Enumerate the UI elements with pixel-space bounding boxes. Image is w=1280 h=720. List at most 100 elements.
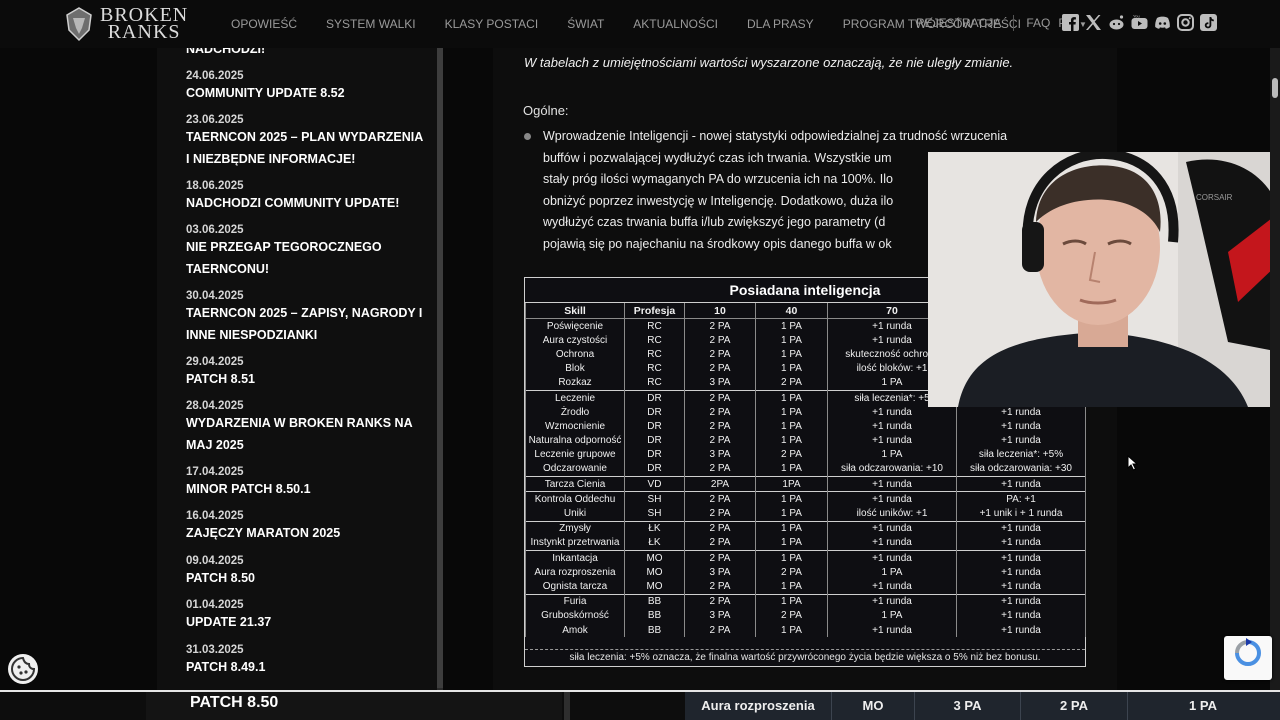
news-item[interactable]: 23.06.2025 TAERNCON 2025 – PLAN WYDARZEN… [186,114,426,170]
news-title[interactable]: WYDARZENIA W BROKEN RANKS NA MAJ 2025 [186,412,426,456]
table-cell: +1 runda [827,419,957,434]
table-cell: +1 runda [956,476,1086,492]
news-date: 28.04.2025 [186,400,244,412]
news-date: 03.06.2025 [186,224,244,236]
news-title[interactable]: NIE PRZEGAP TEGOROCZNEGO TAERNCONU! [186,236,426,280]
table-cell: +1 runda [956,622,1086,638]
table-cell: Żrodło [525,405,625,420]
bottom-table-row: Aura rozproszenia MO 3 PA 2 PA 1 PA [685,692,1280,720]
recaptcha-badge[interactable] [1224,636,1272,680]
menu-item-klasy-postaci[interactable]: KLASY POSTACI [445,17,539,31]
news-item[interactable]: 30.04.2025 TAERNCON 2025 – ZAPISY, NAGRO… [186,290,426,346]
table-cell: 2 PA [684,333,756,348]
table-row: Naturalna odporność DR 2 PA 1 PA +1 runda +1 … [525,433,1086,448]
tiktok-icon[interactable] [1200,14,1217,31]
table-cell: +1 runda [956,579,1086,595]
register-link[interactable]: REJESTRACJA [916,16,1001,30]
broken-ranks-logo[interactable]: BROKEN RANKS [64,4,194,44]
page-scrollbar-thumb[interactable] [1272,78,1278,98]
news-date: 01.04.2025 [186,599,244,611]
news-title[interactable]: PATCH 8.51 [186,368,426,390]
news-title[interactable]: PATCH 8.49.1 [186,656,426,678]
news-item[interactable]: 17.04.2025 MINOR PATCH 8.50.1 [186,466,426,500]
news-item[interactable]: 31.03.2025 PATCH 8.49.1 [186,644,426,678]
scrollbar-thumb[interactable] [437,48,443,688]
faq-link[interactable]: FAQ [1026,16,1050,30]
news-item[interactable]: 29.04.2025 PATCH 8.51 [186,356,426,390]
news-item[interactable]: 01.04.2025 UPDATE 21.37 [186,599,426,633]
table-cell: +1 runda [956,608,1086,623]
news-title[interactable]: TAERNCON 2025 – ZAPISY, NAGRODY I INNE N… [186,302,426,346]
youtube-icon[interactable]: You [1131,14,1148,31]
table-cell: Leczenie [525,389,625,406]
table-cell: +1 runda [827,622,957,638]
table-cell: BB [624,608,685,623]
article-intro: W tabelach z umiejętnościami wartości wy… [524,55,1014,70]
table-cell: RC [624,375,685,391]
table-row: Zmysły ŁK 2 PA 1 PA +1 runda +1 runda [525,520,1086,536]
news-item[interactable]: 09.04.2025 PATCH 8.50 [186,555,426,589]
logo-text-ranks: RANKS [107,21,181,43]
table-cell: ŁK [624,520,685,536]
news-item[interactable]: 16.04.2025 ZAJĘCZY MARATON 2025 [186,510,426,544]
table-cell: 1 PA [755,433,828,448]
facebook-icon[interactable] [1062,14,1079,31]
bottom-news-title[interactable]: PATCH 8.50 [190,694,278,712]
menu-item-aktualnosci[interactable]: AKTUALNOŚCI [633,17,718,31]
cookie-settings-button[interactable] [8,654,38,684]
table-cell: 2 PA [684,550,756,566]
table-cell: Zmysły [525,520,625,536]
svg-text:You: You [1133,14,1140,18]
table-cell: ilość uników: +1 [827,506,957,522]
recaptcha-icon [1235,638,1261,666]
menu-item-opowiesc[interactable]: OPOWIEŚĆ [231,17,297,31]
table-cell: 1 PA [755,535,828,551]
news-title[interactable]: PATCH 8.50 [186,567,426,589]
discord-icon[interactable] [1154,14,1171,31]
news-item[interactable]: 28.04.2025 WYDARZENIA W BROKEN RANKS NA … [186,400,426,456]
menu-item-swiat[interactable]: ŚWIAT [567,17,604,31]
news-item[interactable]: 18.06.2025 NADCHODZI COMMUNITY UPDATE! [186,180,426,214]
news-title[interactable]: NADCHODZI COMMUNITY UPDATE! [186,192,426,214]
menu-item-system-walki[interactable]: SYSTEM WALKI [326,17,416,31]
table-cell: RC [624,361,685,376]
table-row: Aura rozproszenia MO 3 PA 2 PA 1 PA +1 runda [525,565,1086,580]
instagram-icon[interactable] [1177,14,1194,31]
table-cell: 1 PA [755,550,828,566]
news-title[interactable]: UPDATE 21.37 [186,611,426,633]
table-cell: 2 PA [684,433,756,448]
news-title[interactable]: TAERNCON 2025 – PLAN WYDARZENIA I NIEZBĘ… [186,126,426,170]
table-cell: +1 runda [956,433,1086,448]
column-header: Profesja [624,303,685,319]
table-cell: +1 runda [827,593,957,609]
table-cell: +1 runda [956,593,1086,609]
table-cell: Wzmocnienie [525,419,625,434]
section-label: Ogólne: [523,103,569,118]
table-cell: Instynkt przetrwania [525,535,625,551]
news-item[interactable]: 24.06.2025 COMMUNITY UPDATE 8.52 [186,70,426,104]
table-cell: +1 unik i + 1 runda [956,506,1086,522]
table-cell: 1 PA [755,347,828,362]
table-cell: 1 PA [755,579,828,595]
table-cell: +1 runda [827,579,957,595]
table-cell: 3 PA [684,608,756,623]
news-title-partial[interactable]: NADCHODZI! [186,48,265,56]
news-item[interactable]: 03.06.2025 NIE PRZEGAP TEGOROCZNEGO TAER… [186,224,426,280]
x-icon[interactable] [1085,14,1102,31]
table-row: Leczenie grupowe DR 3 PA 2 PA 1 PA siła lecze… [525,447,1086,462]
menu-item-dla-prasy[interactable]: DLA PRASY [747,17,814,31]
table-cell: +1 runda [956,550,1086,566]
bottom-cell: 3 PA [914,692,1020,720]
news-title[interactable]: COMMUNITY UPDATE 8.52 [186,82,426,104]
news-scrollbar[interactable] [437,48,443,690]
bottom-news-panel: PATCH 8.50 [146,692,562,720]
table-cell: 1PA [755,476,828,492]
news-title[interactable]: ZAJĘCZY MARATON 2025 [186,522,426,544]
reddit-icon[interactable] [1108,14,1125,31]
table-cell: 2 PA [755,447,828,462]
page-scrollbar[interactable] [1270,48,1280,690]
svg-text:CORSAIR: CORSAIR [1196,193,1233,202]
divider [1013,15,1015,31]
table-row: Amok BB 2 PA 1 PA +1 runda +1 runda [525,622,1086,638]
news-title[interactable]: MINOR PATCH 8.50.1 [186,478,426,500]
